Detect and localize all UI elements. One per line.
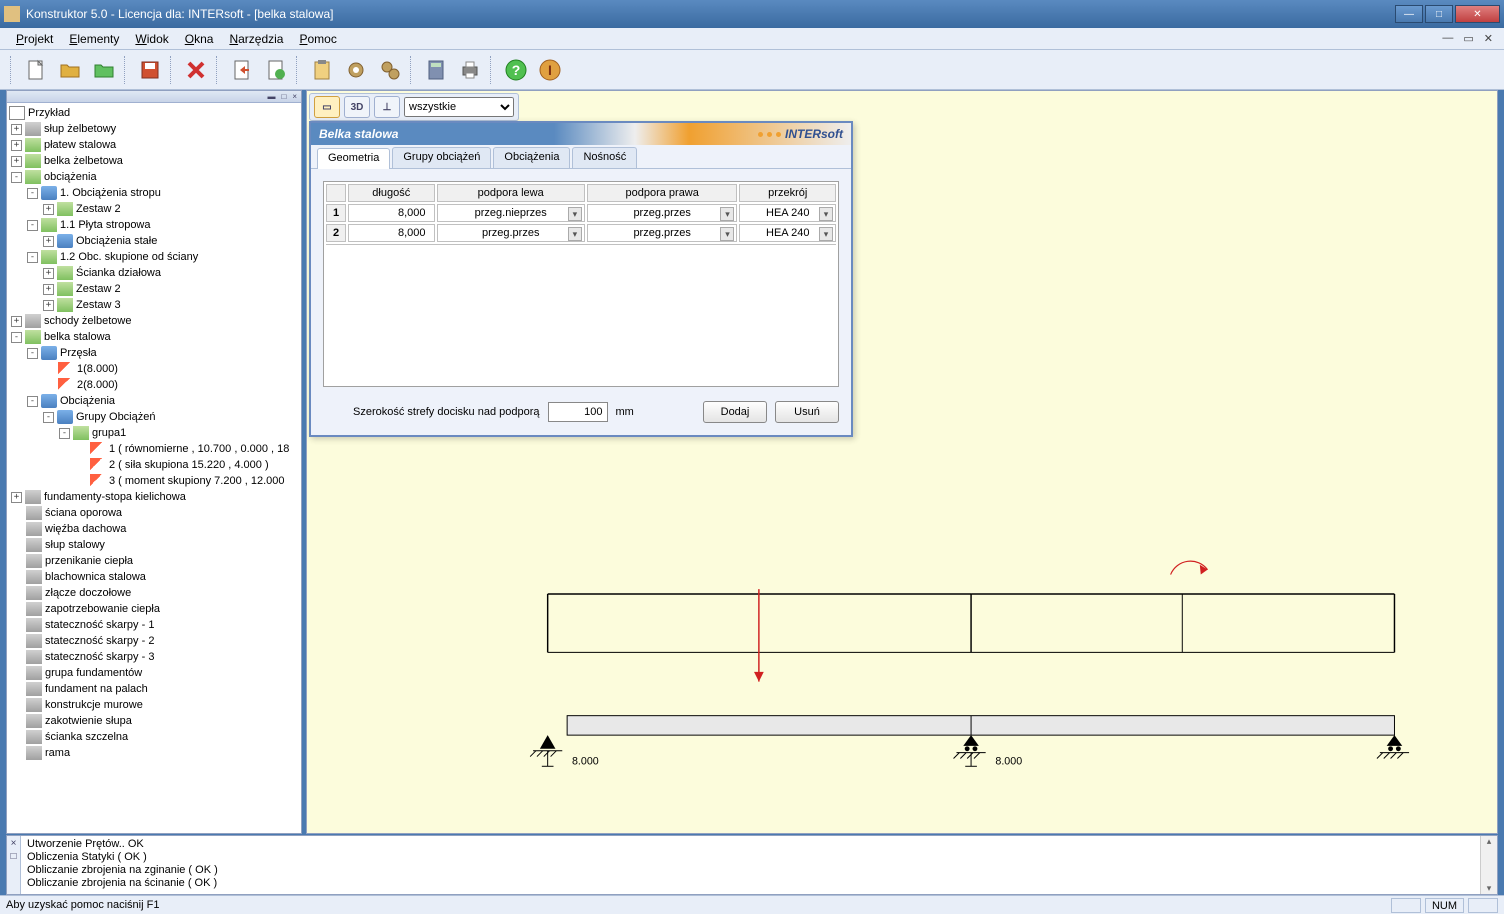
log-line: Utworzenie Prętów.. OK	[27, 838, 1474, 851]
mdi-close[interactable]: ✕	[1481, 32, 1496, 45]
dialog-title: Belka stalowa	[319, 127, 398, 141]
menubar: Projekt Elementy Widok Okna Narzędzia Po…	[0, 28, 1504, 50]
table-row[interactable]: 2 8,000 przeg.przes przeg.przes HEA 240	[326, 224, 836, 242]
tab-grupy[interactable]: Grupy obciążeń	[392, 147, 491, 168]
log-line: Obliczanie zbrojenia na ścinanie ( OK )	[27, 877, 1474, 890]
filter-select[interactable]: wszystkie	[404, 97, 514, 117]
tree-panel-pin[interactable]: □	[279, 92, 288, 101]
help-button[interactable]: ?	[500, 54, 532, 86]
view-3d-button[interactable]: 3D	[344, 96, 370, 118]
brand-label: INTERsoft	[785, 127, 843, 141]
table-row[interactable]: 1 8,000 przeg.nieprzes przeg.przes HEA 2…	[326, 204, 836, 222]
tab-obciazenia[interactable]: Obciążenia	[493, 147, 570, 168]
tree-panel-close[interactable]: ×	[290, 92, 299, 101]
dialog-titlebar[interactable]: Belka stalowa INTERsoft	[311, 123, 851, 145]
print-button[interactable]	[454, 54, 486, 86]
col-dlugosc: długość	[348, 184, 435, 202]
beam-dialog: Belka stalowa INTERsoft Geometria Grupy …	[309, 121, 853, 437]
svg-text:?: ?	[512, 62, 521, 78]
support-fixed-icon	[530, 735, 562, 766]
delete-button[interactable]	[180, 54, 212, 86]
tab-nosnosc[interactable]: Nośność	[572, 147, 637, 168]
tree-panel-dock[interactable]: ▬	[265, 92, 277, 101]
menu-okna[interactable]: Okna	[177, 30, 222, 48]
statusbar: Aby uzyskać pomoc naciśnij F1 NUM	[0, 895, 1504, 914]
doc-green-button[interactable]	[260, 54, 292, 86]
view-chart-button[interactable]: ⊥	[374, 96, 400, 118]
project-tree-panel: ▬ □ × Przykład +słup żelbetowy +płatew s…	[6, 90, 302, 834]
save-button[interactable]	[134, 54, 166, 86]
status-num: NUM	[1425, 898, 1464, 913]
doc-arrow-button[interactable]	[226, 54, 258, 86]
open-button[interactable]	[54, 54, 86, 86]
dim-1: 8.000	[572, 755, 599, 767]
width-unit: mm	[616, 406, 634, 418]
log-line: Obliczanie zbrojenia na zginanie ( OK )	[27, 864, 1474, 877]
app-icon	[4, 6, 20, 22]
add-button[interactable]: Dodaj	[703, 401, 767, 423]
log-vscroll[interactable]: ▴▾	[1480, 836, 1497, 894]
menu-narzedzia[interactable]: Narzędzia	[221, 30, 291, 48]
maximize-button[interactable]: □	[1425, 5, 1453, 23]
info-button[interactable]: I	[534, 54, 566, 86]
close-button[interactable]: ✕	[1455, 5, 1500, 23]
minimize-button[interactable]: —	[1395, 5, 1423, 23]
width-input[interactable]	[548, 402, 608, 422]
window-title: Konstruktor 5.0 - Licencja dla: INTERsof…	[26, 7, 333, 21]
tree-panel-header: ▬ □ ×	[7, 91, 301, 103]
view-2d-button[interactable]: ▭	[314, 96, 340, 118]
support-roller-icon	[954, 735, 986, 766]
remove-button[interactable]: Usuń	[775, 401, 839, 423]
log-pin[interactable]: □	[10, 851, 16, 862]
menu-pomoc[interactable]: Pomoc	[291, 30, 344, 48]
clipboard-button[interactable]	[306, 54, 338, 86]
col-podpora-lewa: podpora lewa	[437, 184, 585, 202]
geometry-table[interactable]: długość podpora lewa podpora prawa przek…	[323, 181, 839, 387]
new-button[interactable]	[20, 54, 52, 86]
main-canvas: ▭ 3D ⊥ wszystkie Belka stalowa INTERsoft…	[306, 90, 1498, 834]
status-help: Aby uzyskać pomoc naciśnij F1	[6, 899, 159, 911]
mdi-minimize[interactable]: —	[1439, 32, 1456, 45]
log-panel: × □ Utworzenie Prętów.. OK Obliczenia St…	[6, 835, 1498, 895]
col-przekroj: przekrój	[739, 184, 836, 202]
calculator-button[interactable]	[420, 54, 452, 86]
beam-canvas: 8.000 8.000	[407, 521, 1467, 813]
main-toolbar: ? I	[0, 50, 1504, 90]
canvas-toolbar: ▭ 3D ⊥ wszystkie	[309, 93, 519, 121]
gear2-button[interactable]	[374, 54, 406, 86]
menu-elementy[interactable]: Elementy	[61, 30, 127, 48]
gear1-button[interactable]	[340, 54, 372, 86]
menu-widok[interactable]: Widok	[127, 30, 176, 48]
width-label: Szerokość strefy docisku nad podporą	[353, 406, 540, 418]
open-green-button[interactable]	[88, 54, 120, 86]
titlebar: Konstruktor 5.0 - Licencja dla: INTERsof…	[0, 0, 1504, 28]
dim-2: 8.000	[995, 755, 1022, 767]
log-close[interactable]: ×	[11, 838, 17, 849]
mdi-restore[interactable]: ▭	[1460, 32, 1476, 45]
col-podpora-prawa: podpora prawa	[587, 184, 738, 202]
project-tree[interactable]: Przykład +słup żelbetowy +płatew stalowa…	[7, 103, 301, 833]
support-roller-icon	[1377, 735, 1409, 758]
menu-projekt[interactable]: Projekt	[8, 30, 61, 48]
tab-geometria[interactable]: Geometria	[317, 148, 390, 169]
log-line: Obliczenia Statyki ( OK )	[27, 851, 1474, 864]
svg-text:I: I	[548, 62, 552, 78]
